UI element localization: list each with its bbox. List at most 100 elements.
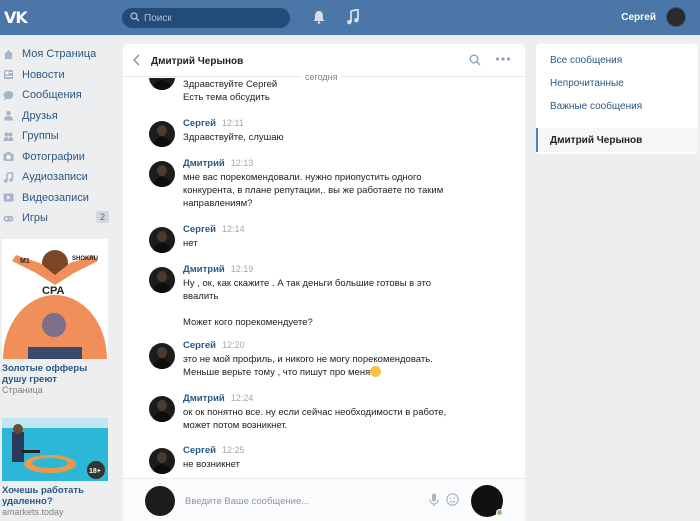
games-icon — [3, 215, 14, 222]
message-time: 12:13 — [230, 158, 254, 168]
notifications-bell-icon[interactable] — [312, 10, 326, 24]
sidebar-item-label: Фотографии — [22, 150, 85, 163]
sidebar-item-label: Новости — [22, 68, 65, 81]
message-text: нет — [183, 237, 513, 250]
message-time: 12:24 — [230, 393, 254, 403]
message-author[interactable]: Сергей 12:11 — [183, 118, 244, 129]
search-icon[interactable] — [469, 54, 481, 66]
message-time: 12:25 — [222, 445, 245, 455]
filter-important[interactable]: Важные сообщения — [536, 94, 698, 118]
age-badge: 18+ — [89, 468, 101, 475]
sidebar-item-news[interactable]: Новости — [0, 65, 115, 86]
sender-avatar[interactable] — [149, 448, 175, 474]
message-line: это не мой профиль, и никого не могу пор… — [183, 354, 433, 365]
message-author[interactable]: Дмитрий 12:24 — [183, 393, 253, 404]
message-text: ок ок понятно все. ну если сейчас необхо… — [183, 406, 513, 432]
message-line: нет — [183, 238, 198, 249]
ad-image-cpa[interactable]: CPA М1 SHOKRU — [2, 239, 108, 359]
messages-icon — [3, 90, 14, 101]
message-line: конкурента, в плане репутации,. вы же ра… — [183, 185, 444, 196]
message-input[interactable] — [185, 493, 425, 509]
video-icon — [3, 193, 14, 202]
sidebar-item-label: Друзья — [22, 109, 58, 122]
sidebar-item-games[interactable]: Игры 2 — [0, 208, 115, 229]
sender-avatar[interactable] — [149, 267, 175, 293]
author-name[interactable]: Сергей — [183, 118, 216, 129]
author-name[interactable]: Дмитрий — [183, 393, 225, 404]
message-line: направлениям? — [183, 198, 253, 209]
ad-image-remote-work[interactable]: 18+ — [2, 418, 108, 481]
sender-avatar[interactable] — [149, 396, 175, 422]
message-filters: Все сообщения Непрочитанные Важные сообщ… — [536, 44, 698, 154]
sender-avatar[interactable] — [149, 121, 175, 147]
audio-icon — [3, 171, 14, 183]
music-icon[interactable] — [346, 9, 360, 25]
sidebar-item-friends[interactable]: Друзья — [0, 106, 115, 127]
home-icon — [4, 49, 13, 59]
conversation-partner-avatar[interactable] — [471, 485, 503, 517]
my-avatar[interactable] — [145, 486, 175, 516]
ad-block-remote-work[interactable]: 18+ Хочешь работать удаленно? amarkets.t… — [2, 418, 110, 518]
author-name[interactable]: Сергей — [183, 340, 216, 351]
message-text: Здравствуйте Сергей Есть тема обсудить — [183, 78, 513, 104]
message-text: не возникнет — [183, 458, 513, 471]
online-indicator — [496, 509, 503, 516]
sidebar-item-photos[interactable]: Фотографии — [0, 147, 115, 168]
message-line: ок ок понятно все. ну если сейчас необхо… — [183, 407, 447, 418]
ad-block-cpa[interactable]: CPA М1 SHOKRU Золотые офферы душу греют … — [2, 239, 110, 396]
message-history[interactable]: Здравствуйте Сергей Есть тема обсудить С… — [123, 78, 525, 478]
ad-image-text-cpa: CPA — [42, 285, 64, 297]
sidebar-item-label: Сообщения — [22, 89, 82, 102]
ad-pool-illustration: 18+ — [2, 418, 108, 481]
sidebar-item-video[interactable]: Видеозаписи — [0, 188, 115, 209]
message-author[interactable]: Дмитрий 12:13 — [183, 158, 253, 169]
message-author[interactable]: Сергей 12:14 — [183, 224, 245, 235]
sidebar-item-messages[interactable]: Сообщения — [0, 85, 115, 106]
message-line: Может кого порекомендуете? — [183, 317, 313, 328]
message-text: мне вас порекомендовали. нужно приопусти… — [183, 171, 513, 210]
filter-all-messages[interactable]: Все сообщения — [536, 48, 698, 72]
friends-icon — [4, 111, 13, 121]
ad-subtitle: amarkets.today — [2, 507, 64, 517]
smiley-emoji-icon — [370, 366, 382, 377]
search-box[interactable] — [122, 8, 290, 28]
sender-avatar[interactable] — [149, 78, 175, 90]
filter-unread[interactable]: Непрочитанные — [536, 71, 698, 95]
author-name[interactable]: Сергей — [183, 224, 216, 235]
chat-panel: Дмитрий Черынов сегодня Здравствуйте Сер… — [123, 44, 525, 521]
message-author[interactable]: Дмитрий 12:19 — [183, 264, 253, 275]
sidebar-item-label: Аудиозаписи — [22, 171, 88, 184]
message-line — [183, 303, 513, 316]
conversation-title[interactable]: Дмитрий Черынов — [151, 56, 243, 67]
sender-avatar[interactable] — [149, 343, 175, 369]
message-text: это не мой профиль, и никого не могу пор… — [183, 353, 513, 379]
message-line: Ну , ок, как скажите . А так деньги боль… — [183, 278, 432, 289]
current-user-avatar[interactable] — [666, 7, 686, 27]
sender-avatar[interactable] — [149, 227, 175, 253]
ad-title[interactable]: Золотые офферы душу греют — [2, 363, 110, 385]
sidebar-item-my-page[interactable]: Моя Страница — [0, 44, 115, 65]
message-author[interactable]: Сергей 12:25 — [183, 445, 245, 456]
message-author[interactable]: Сергей 12:20 — [183, 340, 245, 351]
ad-title[interactable]: Хочешь работать удаленно? — [2, 485, 110, 507]
emoji-picker-icon[interactable] — [446, 493, 459, 506]
left-sidebar: Моя Страница Новости Сообщения Друзья Гр… — [0, 44, 115, 229]
current-user-name[interactable]: Сергей — [621, 12, 656, 23]
sidebar-item-groups[interactable]: Группы — [0, 126, 115, 147]
sidebar-item-label: Игры — [22, 212, 48, 225]
author-name[interactable]: Дмитрий — [183, 158, 225, 169]
active-conversation-tab[interactable]: Дмитрий Черынов — [536, 128, 698, 152]
back-arrow-icon[interactable] — [132, 54, 142, 66]
author-name[interactable]: Сергей — [183, 445, 216, 456]
search-icon — [130, 12, 140, 22]
sender-avatar[interactable] — [149, 161, 175, 187]
more-options-icon[interactable] — [495, 54, 511, 64]
vk-logo[interactable]: VK — [4, 8, 28, 28]
author-name[interactable]: Дмитрий — [183, 264, 225, 275]
message-text: Ну , ок, как скажите . А так деньги боль… — [183, 277, 513, 329]
sidebar-item-label: Группы — [22, 130, 59, 143]
message-time: 12:20 — [222, 340, 245, 350]
sidebar-item-audio[interactable]: Аудиозаписи — [0, 167, 115, 188]
microphone-icon[interactable] — [429, 493, 439, 507]
search-input[interactable] — [144, 10, 284, 26]
